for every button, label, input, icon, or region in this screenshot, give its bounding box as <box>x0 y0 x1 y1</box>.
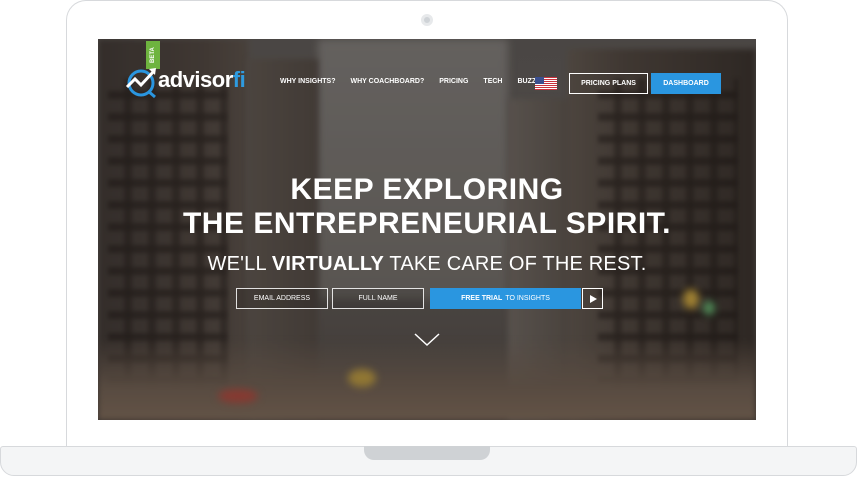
hero-subtitle-bold: VIRTUALLY <box>271 253 385 275</box>
play-icon <box>589 294 597 303</box>
us-flag-icon[interactable] <box>535 77 557 90</box>
nav-why-insights[interactable]: WHY INSIGHTS? <box>280 78 335 85</box>
nav-pricing[interactable]: PRICING <box>439 78 468 85</box>
nav-buzz[interactable]: BUZZ <box>517 78 536 85</box>
free-trial-bold: FREE TRIAL <box>461 295 503 302</box>
nav-tech[interactable]: TECH <box>483 78 502 85</box>
full-name-field[interactable]: FULL NAME <box>332 288 424 309</box>
logo[interactable]: BETA advisorfi <box>124 41 254 99</box>
logo-text: advisorfi <box>158 67 246 93</box>
dashboard-button[interactable]: DASHBOARD <box>651 73 721 94</box>
logo-chart-icon <box>125 68 156 99</box>
free-trial-button[interactable]: FREE TRIAL TO INSIGHTS <box>430 288 581 309</box>
logo-text-main: advisor <box>158 67 233 92</box>
main-nav: WHY INSIGHTS? WHY COACHBOARD? PRICING TE… <box>280 78 551 85</box>
logo-text-accent: fi <box>232 67 246 92</box>
website-screen: BETA advisorfi WHY INSIGHTS? WHY COACHBO… <box>98 39 756 420</box>
laptop-notch <box>364 446 490 460</box>
pricing-plans-button[interactable]: PRICING PLANS <box>569 73 648 94</box>
chevron-down-icon[interactable] <box>414 333 440 347</box>
email-field[interactable]: EMAIL ADDRESS <box>236 288 328 309</box>
hero-title-line1: KEEP EXPLORING <box>290 173 564 206</box>
nav-why-coachboard[interactable]: WHY COACHBOARD? <box>350 78 424 85</box>
free-trial-rest: TO INSIGHTS <box>505 295 550 302</box>
hero-subtitle-prefix: WE'LL <box>207 253 272 275</box>
hero-subtitle: WE'LL VIRTUALLY TAKE CARE OF THE REST. <box>98 253 756 276</box>
hero-subtitle-suffix: TAKE CARE OF THE REST. <box>384 253 647 275</box>
play-video-button[interactable] <box>582 288 603 309</box>
hero-title-line2: THE ENTREPRENEURIAL SPIRIT. <box>182 207 671 240</box>
camera-icon <box>421 14 433 26</box>
